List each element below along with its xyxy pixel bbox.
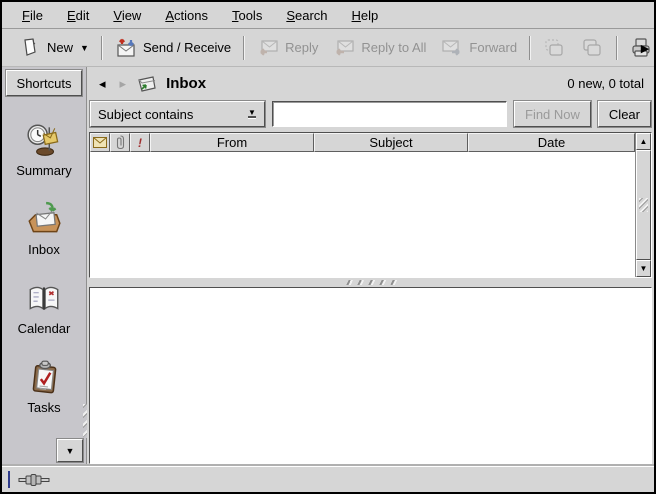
forward-icon (440, 36, 464, 60)
toolbar-separator (616, 36, 617, 60)
menu-search[interactable]: Search (274, 4, 339, 27)
back-button[interactable]: ◂ (95, 76, 110, 92)
reply-to-all-label: Reply to All (361, 40, 426, 55)
summary-icon (25, 121, 63, 159)
message-list: ! From Subject Date (89, 132, 652, 278)
sidebar-item-tasks[interactable]: Tasks (2, 358, 86, 415)
chevron-down-icon: ▼ (66, 446, 75, 456)
folder-title: Inbox (166, 75, 206, 92)
sidebar-item-label: Tasks (27, 400, 60, 415)
new-button-label: New (47, 40, 73, 55)
menu-actions[interactable]: Actions (153, 4, 220, 27)
column-from-label: From (217, 135, 247, 150)
move-to-folder-button[interactable] (535, 32, 573, 64)
status-progress-edge (8, 471, 10, 488)
tasks-icon (25, 358, 63, 396)
content-area: Shortcuts Summary (2, 67, 654, 466)
folder-header: ◂ ▸ Inbox 0 new, 0 total (87, 67, 654, 100)
shortcuts-group-button[interactable]: Shortcuts (6, 70, 82, 96)
new-dropdown-chevron-icon[interactable]: ▼ (80, 43, 89, 53)
message-status-icon (93, 137, 107, 148)
shortcuts-label: Shortcuts (17, 76, 72, 91)
status-bar (2, 466, 654, 492)
send-receive-button[interactable]: Send / Receive (107, 32, 238, 64)
toolbar: New ▼ Send / Receive Reply (2, 29, 654, 67)
column-subject[interactable]: Subject (314, 133, 468, 152)
search-bar: Subject contains ▼ Find Now Clear (87, 100, 654, 132)
search-criteria-dropdown[interactable]: Subject contains ▼ (90, 101, 265, 127)
toolbar-separator (243, 36, 244, 60)
find-now-button[interactable]: Find Now (514, 101, 591, 127)
message-counts: 0 new, 0 total (567, 76, 644, 91)
menu-help[interactable]: Help (340, 4, 391, 27)
reply-button[interactable]: Reply (249, 32, 325, 64)
splitter-grip-icon (342, 280, 400, 285)
new-document-icon (18, 36, 42, 60)
reply-to-all-button[interactable]: Reply to All (325, 32, 433, 64)
message-list-table: ! From Subject Date (90, 133, 635, 277)
calendar-icon (25, 279, 63, 317)
send-receive-icon (114, 36, 138, 60)
new-button[interactable]: New ▼ (11, 32, 96, 64)
find-now-label: Find Now (525, 107, 580, 122)
sidebar-splitter-grip[interactable] (83, 404, 87, 438)
attachment-icon (116, 135, 125, 150)
sidebar-item-inbox[interactable]: Inbox (2, 200, 86, 257)
sidebar-item-calendar[interactable]: Calendar (2, 279, 86, 336)
clear-label: Clear (609, 107, 640, 122)
sidebar-item-summary[interactable]: Summary (2, 121, 86, 178)
move-to-folder-icon (542, 36, 566, 60)
column-date-label: Date (538, 135, 565, 150)
column-from[interactable]: From (150, 133, 314, 152)
clear-button[interactable]: Clear (598, 101, 651, 127)
column-subject-label: Subject (369, 135, 412, 150)
online-plug-icon[interactable] (18, 473, 52, 487)
copy-to-folder-icon (580, 36, 604, 60)
scrollbar-thumb[interactable] (636, 150, 651, 260)
column-importance[interactable]: ! (130, 133, 150, 152)
toolbar-separator (101, 36, 102, 60)
column-attachment[interactable] (110, 133, 130, 152)
reply-to-all-icon (332, 36, 356, 60)
toolbar-separator (529, 36, 530, 60)
search-criteria-value: Subject contains (91, 107, 242, 122)
sidebar-scroll-down-button[interactable]: ▼ (57, 439, 83, 462)
reply-icon (256, 36, 280, 60)
chevron-up-icon: ▲ (640, 137, 648, 146)
send-receive-label: Send / Receive (143, 40, 231, 55)
scroll-up-button[interactable]: ▲ (636, 133, 651, 150)
pane-splitter[interactable] (87, 278, 654, 287)
inbox-icon (25, 200, 63, 238)
reply-label: Reply (285, 40, 318, 55)
toolbar-overflow-arrow[interactable]: ▶ (639, 41, 651, 55)
inbox-folder-icon (136, 74, 158, 94)
forward-label: Forward (469, 40, 517, 55)
sidebar-item-label: Inbox (28, 242, 60, 257)
menu-edit[interactable]: Edit (55, 4, 101, 27)
menu-tools[interactable]: Tools (220, 4, 274, 27)
message-preview-pane[interactable] (89, 287, 652, 464)
scrollbar-grip (639, 198, 648, 212)
copy-to-folder-button[interactable] (573, 32, 611, 64)
importance-icon: ! (138, 136, 142, 150)
mail-view: ◂ ▸ Inbox 0 new, 0 total Subject contain… (87, 67, 654, 466)
message-list-scrollbar[interactable]: ▲ ▼ (635, 133, 651, 277)
forward-button-nav[interactable]: ▸ (116, 76, 131, 92)
chevron-down-icon: ▼ (640, 264, 648, 273)
scroll-down-button[interactable]: ▼ (636, 260, 651, 277)
search-input[interactable] (272, 101, 507, 127)
menu-file[interactable]: File (10, 4, 55, 27)
column-message-status[interactable] (90, 133, 110, 152)
menu-view[interactable]: View (101, 4, 153, 27)
dropdown-arrow-icon: ▼ (242, 104, 262, 124)
sidebar-item-label: Calendar (18, 321, 71, 336)
menu-bar: File Edit View Actions Tools Search Help (2, 2, 654, 29)
evolution-window: File Edit View Actions Tools Search Help… (0, 0, 656, 494)
sidebar-item-label: Summary (16, 163, 72, 178)
forward-button[interactable]: Forward (433, 32, 524, 64)
message-list-body[interactable] (90, 152, 635, 277)
column-headers: ! From Subject Date (90, 133, 635, 152)
column-date[interactable]: Date (468, 133, 635, 152)
shortcut-bar: Shortcuts Summary (2, 67, 87, 466)
